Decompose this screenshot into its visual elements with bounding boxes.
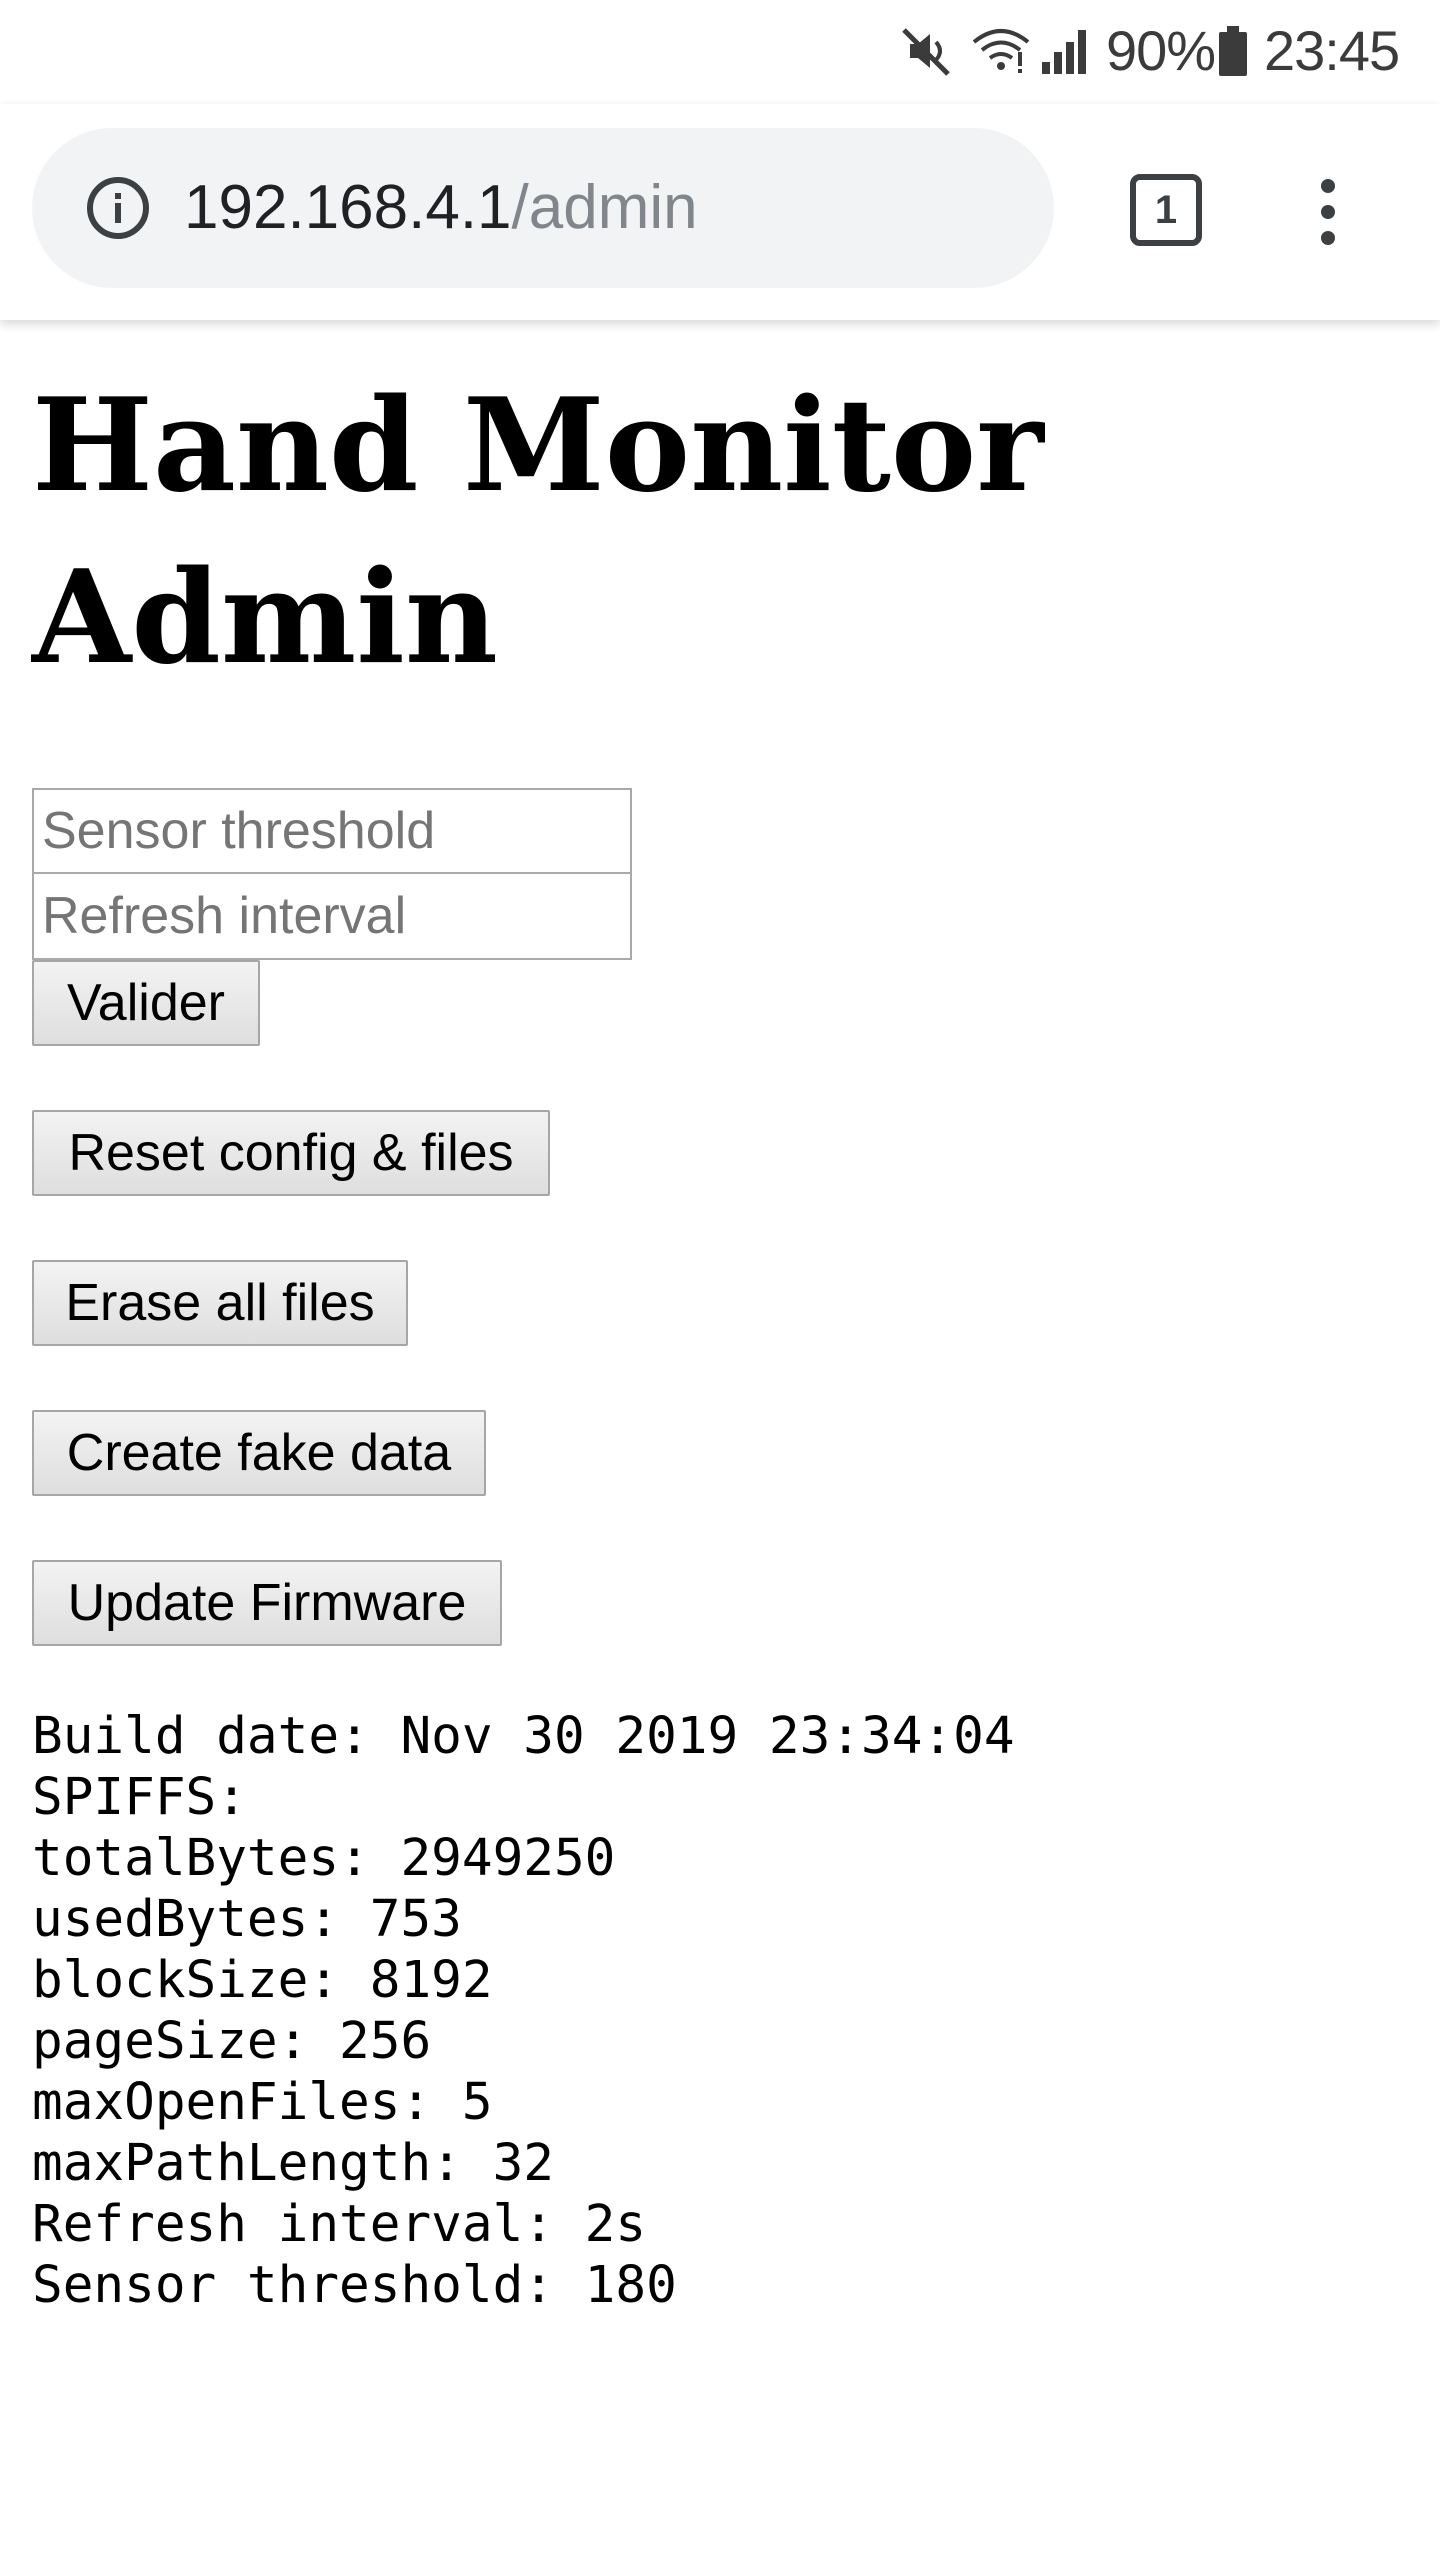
tab-switcher-icon[interactable]: 1: [1130, 174, 1202, 246]
info-line-max-open-files: maxOpenFiles: 5: [32, 2073, 493, 2132]
page-title: Hand Monitor Admin: [32, 371, 1044, 693]
erase-files-button[interactable]: Erase all files: [32, 1260, 408, 1346]
tab-count: 1: [1130, 174, 1202, 246]
reset-config-button[interactable]: Reset config & files: [32, 1110, 550, 1196]
info-line-sensor-threshold: Sensor threshold: 180: [32, 2256, 677, 2315]
more-vert-icon[interactable]: [1296, 174, 1360, 250]
info-line-used-bytes: usedBytes: 753: [32, 1890, 462, 1949]
info-line-build-date: Build date: Nov 30 2019 23:34:04: [32, 1707, 1015, 1766]
mute-icon: [902, 28, 950, 76]
battery-percent: 90%: [1106, 19, 1216, 82]
refresh-interval-input[interactable]: [32, 874, 632, 960]
info-line-spiffs: SPIFFS:: [32, 1768, 247, 1827]
address-bar[interactable]: 192.168.4.1/admin: [32, 128, 1054, 288]
browser-toolbar: 192.168.4.1/admin 1: [0, 104, 1440, 320]
url-host: 192.168.4.1: [184, 173, 512, 242]
screen: 90% 23:45 192.168.4.1/admin 1 Hand Monit…: [0, 0, 1440, 2560]
info-line-total-bytes: totalBytes: 2949250: [32, 1829, 616, 1888]
wifi-icon: [972, 29, 1030, 73]
clock: 23:45: [1264, 19, 1400, 82]
valider-button[interactable]: Valider: [32, 960, 260, 1046]
page-content: Hand Monitor Admin Valider Reset config …: [0, 320, 1440, 2560]
status-bar: 90% 23:45: [0, 0, 1440, 104]
info-line-block-size: blockSize: 8192: [32, 1951, 493, 2010]
info-line-page-size: pageSize: 256: [32, 2012, 432, 2071]
system-info: Build date: Nov 30 2019 23:34:04 SPIFFS: t…: [32, 1706, 1015, 2316]
sensor-threshold-input[interactable]: [32, 788, 632, 874]
battery-icon: [1219, 26, 1247, 76]
info-icon[interactable]: [84, 174, 152, 242]
create-fake-data-button[interactable]: Create fake data: [32, 1410, 486, 1496]
update-firmware-button[interactable]: Update Firmware: [32, 1560, 502, 1646]
url-path: /admin: [511, 173, 698, 242]
url-text[interactable]: 192.168.4.1/admin: [184, 170, 698, 246]
signal-icon: [1042, 30, 1086, 74]
info-line-refresh-interval: Refresh interval: 2s: [32, 2195, 647, 2254]
info-line-max-path-length: maxPathLength: 32: [32, 2134, 554, 2193]
